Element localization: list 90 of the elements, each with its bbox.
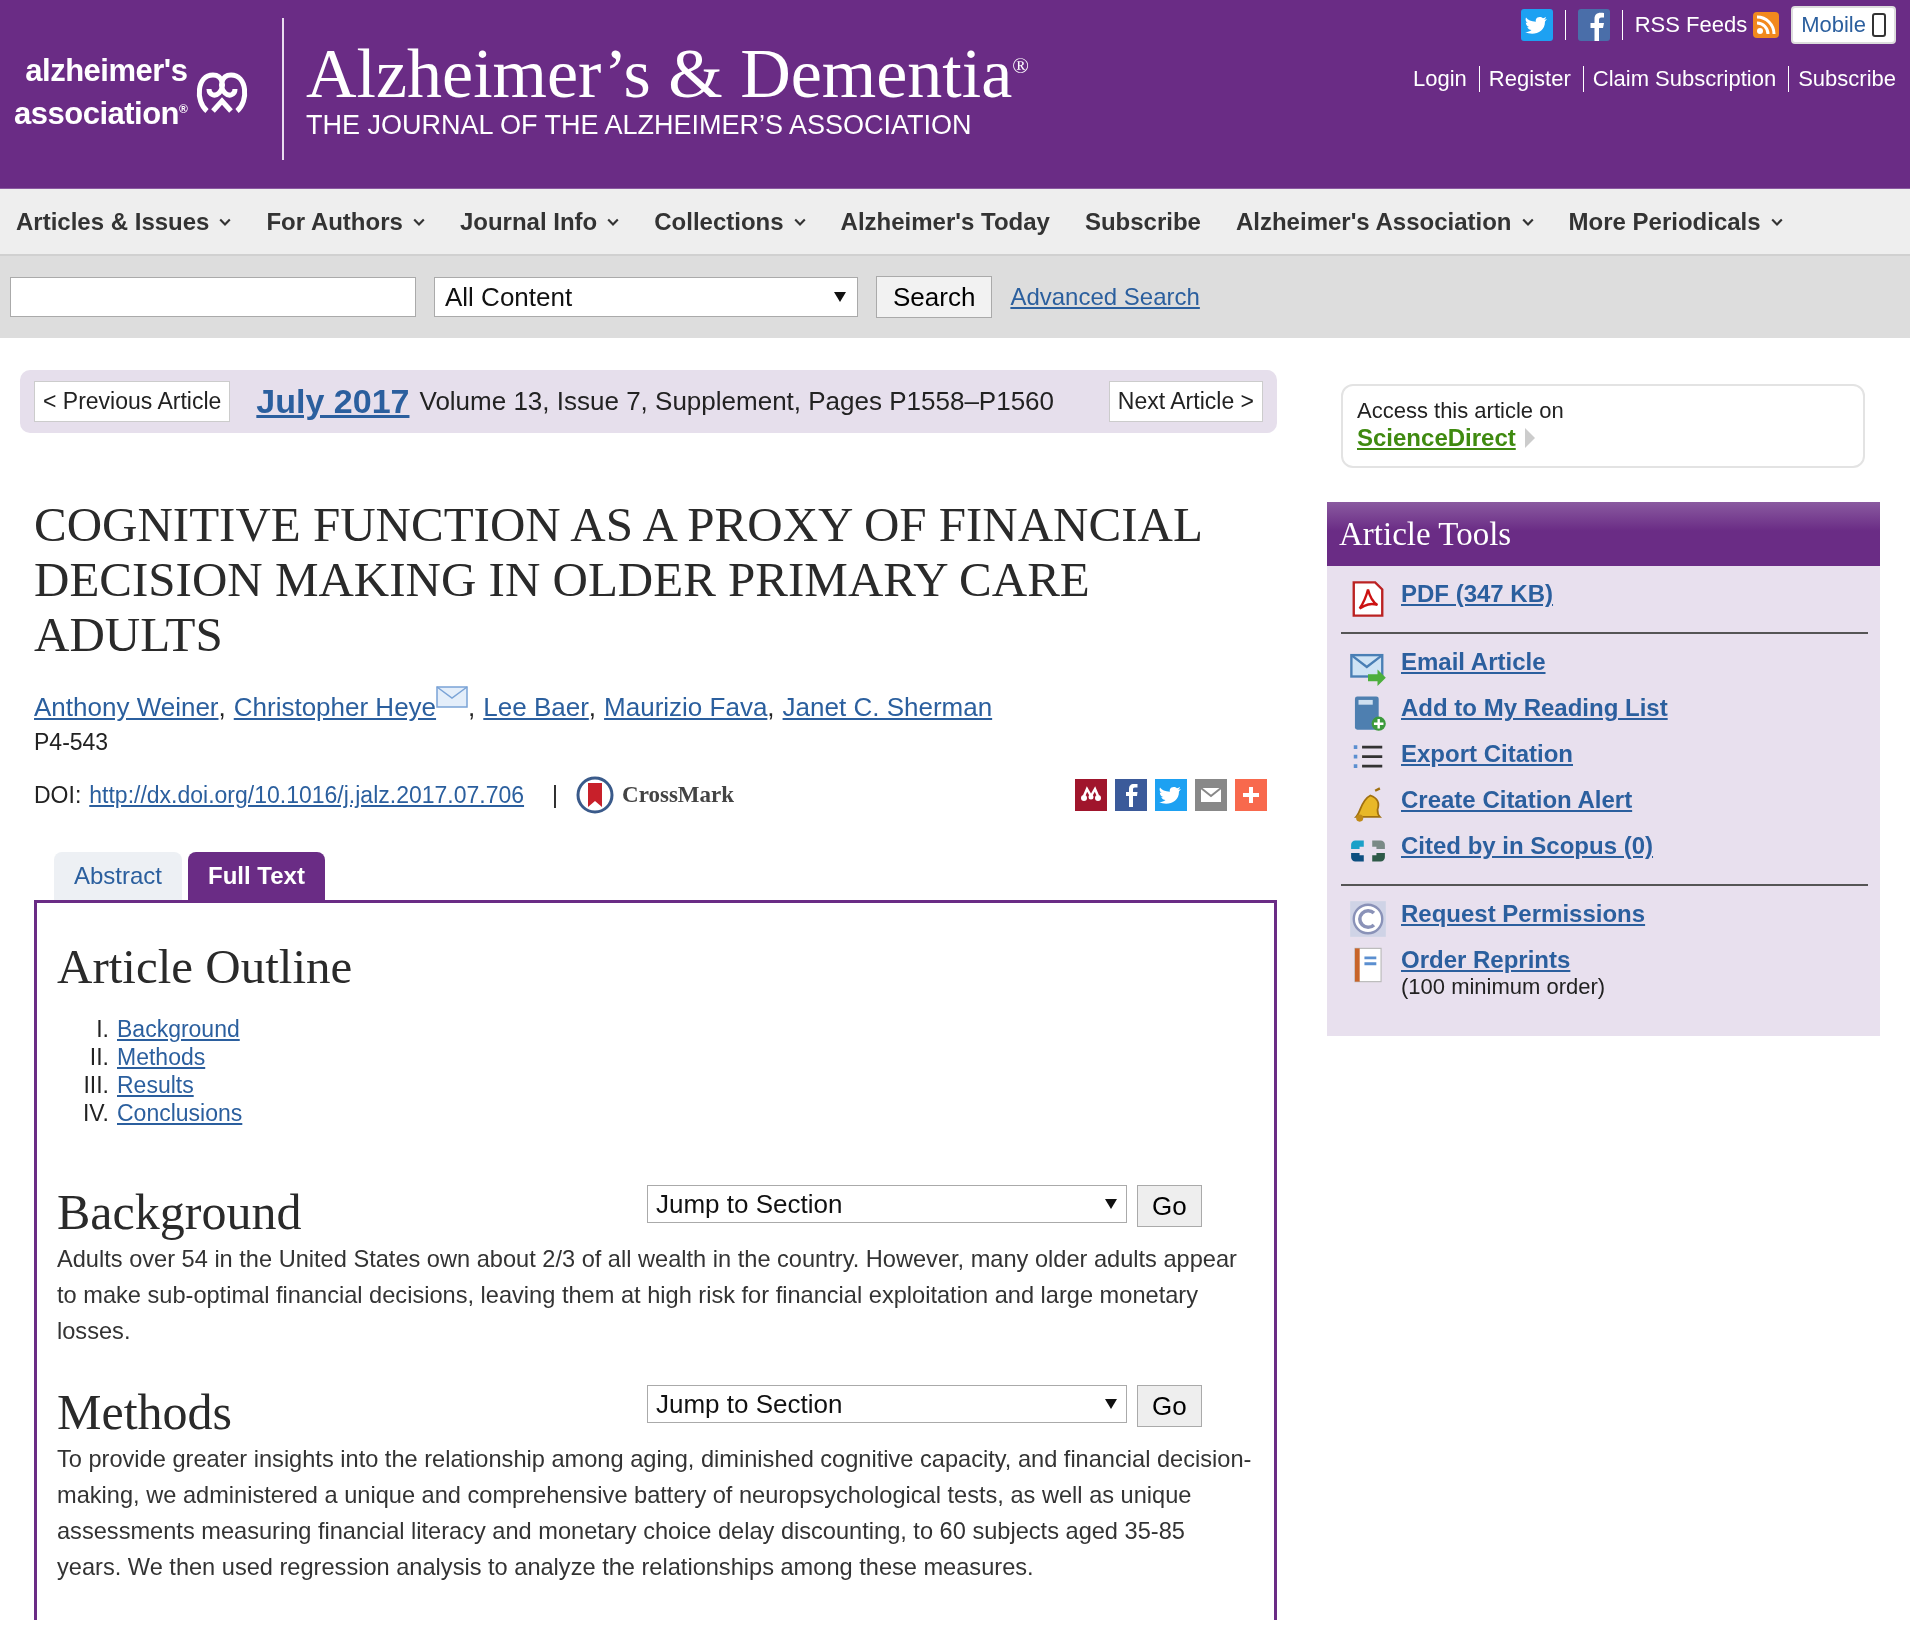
nav-menu-item[interactable]: More Periodicals: [1568, 207, 1783, 236]
journal-title: Alzheimer’s & Dementia$^{®}$: [306, 34, 1029, 113]
section-heading: Methods: [57, 1383, 233, 1441]
outline-link[interactable]: Results: [117, 1072, 194, 1098]
doi-link[interactable]: http://dx.doi.org/10.1016/j.jalz.2017.07.706: [89, 781, 525, 809]
article-tools-heading: Article Tools: [1327, 502, 1880, 566]
comma: ,: [588, 692, 597, 723]
advanced-search-link[interactable]: Advanced Search: [1010, 283, 1200, 311]
facebook-icon[interactable]: [1577, 9, 1610, 41]
doi-label: DOI:: [34, 781, 82, 809]
outline-numeral: I.: [95, 1015, 109, 1043]
comma: ,: [767, 692, 775, 723]
tool-link[interactable]: Cited by in Scopus (0): [1401, 832, 1654, 860]
tool-link[interactable]: Export Citation: [1401, 740, 1573, 768]
previous-article-button[interactable]: < Previous Article: [34, 381, 231, 422]
go-button[interactable]: Go: [1137, 1385, 1202, 1427]
crossmark-icon[interactable]: [576, 776, 615, 814]
copyright-icon: [1349, 900, 1387, 938]
comma: ,: [468, 692, 476, 723]
outline-link[interactable]: Conclusions: [117, 1100, 243, 1126]
chevron-down-icon: [1770, 217, 1783, 226]
access-text: Access this article on: [1357, 398, 1565, 424]
account-link[interactable]: Claim Subscription: [1582, 66, 1789, 92]
outline-numeral: III.: [82, 1071, 109, 1099]
tool-link[interactable]: Add to My Reading List: [1401, 694, 1668, 722]
section-paragraph: Adults over 54 in the United States own about 2/3 of all wealth in the country. However, many older adults appear to make sub-optimal financial decisions, leaving them at high risk for financial exploitation and large monetary losses.: [57, 1245, 1238, 1346]
author-link[interactable]: Janet C. Sherman: [782, 692, 993, 723]
section-paragraph: To provide greater insights into the relationship among aging, diminished cognitive capacity, and financial decision-making, we administered a unique and comprehensive battery of neuropsychological tests, as well as unique assessments measuring financial literacy and monetary choice delay discounting, to 60 subjects aged 35-85 years. We then used regression analysis to analyze the relationships among these measures.: [57, 1445, 1253, 1582]
nav-menu-item[interactable]: Alzheimer's Today: [840, 207, 1050, 236]
account-link[interactable]: Subscribe: [1788, 66, 1896, 92]
sciencedirect-link[interactable]: ScienceDirect: [1357, 424, 1516, 452]
jump-to-section-dropdown[interactable]: Jump to Section: [647, 1185, 1127, 1223]
jump-to-section-dropdown[interactable]: Jump to Section: [647, 1385, 1127, 1423]
outline-numeral: II.: [88, 1043, 109, 1071]
facebook-icon[interactable]: [1115, 779, 1147, 811]
outline-heading: Article Outline: [57, 939, 354, 995]
section-heading: Background: [57, 1183, 303, 1241]
go-button[interactable]: Go: [1137, 1185, 1202, 1227]
author-link[interactable]: Anthony Weiner: [34, 692, 219, 723]
issue-link[interactable]: July 2017: [256, 382, 410, 421]
nav-menu-item[interactable]: For Authors: [266, 207, 425, 236]
issue-details: Volume 13, Issue 7, Supplement, Pages P1558–P1560: [419, 386, 1055, 417]
triangle-right-icon: [1523, 427, 1536, 449]
dropdown-arrow-icon: [1104, 1398, 1118, 1410]
chevron-down-icon: [607, 217, 620, 226]
phone-icon: [1872, 13, 1886, 37]
nav-menu-item[interactable]: Collections: [654, 207, 806, 236]
article-code: P4-543: [34, 729, 110, 756]
chevron-down-icon: [793, 217, 806, 226]
tool-link[interactable]: Create Citation Alert: [1401, 786, 1633, 814]
chevron-down-icon: [412, 217, 425, 226]
association-logo-text: alzheimer's association$^{®}$: [14, 52, 188, 134]
rss-icon: [1753, 12, 1780, 38]
chevron-down-icon: [219, 217, 232, 226]
crossmark-label[interactable]: CrossMark: [622, 782, 735, 808]
outline-link[interactable]: Methods: [117, 1044, 206, 1070]
search-button[interactable]: Search: [876, 276, 993, 318]
tab[interactable]: Full Text: [188, 852, 325, 900]
dropdown-arrow-icon: [833, 291, 847, 303]
article-title: COGNITIVE FUNCTION AS A PROXY OF FINANCIAL DECISION MAKING IN OLDER PRIMARY CARE ADULTS: [34, 497, 1202, 662]
nav-menu-item[interactable]: Journal Info: [459, 207, 620, 236]
mendeley-icon[interactable]: [1075, 779, 1107, 811]
journal-subtitle: THE JOURNAL OF THE ALZHEIMER’S ASSOCIATION: [306, 110, 973, 142]
nav-menu-item[interactable]: Alzheimer's Association: [1235, 207, 1534, 236]
plus-icon[interactable]: [1235, 779, 1267, 811]
outline-link[interactable]: Background: [117, 1016, 240, 1042]
account-link[interactable]: Login: [1404, 66, 1479, 92]
comma: ,: [218, 692, 226, 723]
dropdown-arrow-icon: [1104, 1198, 1118, 1210]
search-scope-dropdown[interactable]: All Content: [434, 277, 858, 317]
account-link[interactable]: Register: [1478, 66, 1583, 92]
outline-numeral: IV.: [82, 1099, 109, 1127]
author-link[interactable]: Lee Baer: [483, 692, 589, 723]
tab[interactable]: Abstract: [54, 852, 183, 900]
tool-link[interactable]: Order Reprints: [1401, 946, 1606, 974]
tool-link[interactable]: Request Permissions: [1401, 900, 1646, 928]
chevron-down-icon: [1521, 217, 1534, 226]
mobile-button[interactable]: Mobile: [1791, 6, 1896, 44]
twitter-icon[interactable]: [1520, 9, 1553, 41]
rss-feeds-link[interactable]: RSS Feeds: [1634, 12, 1780, 38]
email-icon[interactable]: [1195, 779, 1227, 811]
tool-note: (100 minimum order): [1401, 974, 1606, 1000]
author-link[interactable]: Christopher Heye: [233, 692, 437, 723]
next-article-button[interactable]: Next Article >: [1108, 381, 1263, 422]
separator: |: [552, 781, 559, 809]
nav-menu-item[interactable]: Subscribe: [1084, 207, 1201, 236]
nav-menu-item[interactable]: Articles & Issues: [16, 207, 232, 236]
tool-link[interactable]: Email Article: [1401, 648, 1546, 676]
search-field[interactable]: [10, 277, 416, 317]
tool-link[interactable]: PDF (347 KB): [1401, 580, 1554, 608]
